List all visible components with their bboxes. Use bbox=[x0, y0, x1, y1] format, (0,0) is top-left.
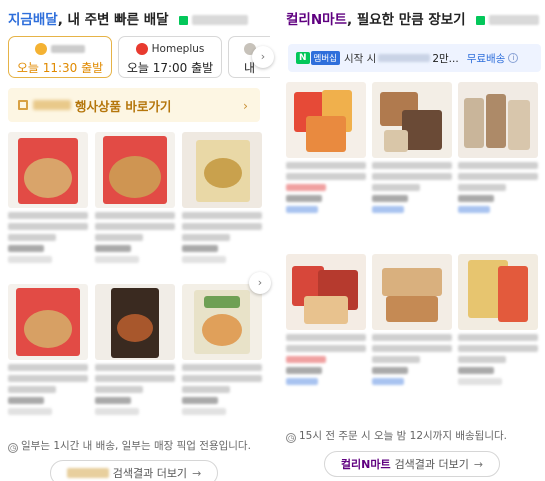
product-image bbox=[8, 132, 88, 208]
product-image bbox=[286, 254, 366, 330]
chevron-right-icon[interactable]: › bbox=[252, 46, 274, 68]
product-image bbox=[95, 284, 175, 360]
store-logo-icon bbox=[35, 42, 47, 55]
product-image bbox=[182, 284, 262, 360]
product-card[interactable] bbox=[458, 254, 538, 385]
product-card[interactable] bbox=[95, 284, 175, 415]
product-card[interactable] bbox=[182, 284, 262, 415]
membership-text-end: 2만... bbox=[432, 52, 459, 65]
product-card[interactable] bbox=[372, 254, 452, 385]
chevron-right-icon[interactable]: › bbox=[249, 272, 271, 294]
store-tab-1[interactable]: 오늘 11:30 출발 bbox=[8, 36, 112, 78]
arrow-right-icon: → bbox=[192, 466, 202, 480]
title-accent[interactable]: 컬리N마트 bbox=[286, 12, 347, 28]
product-card[interactable] bbox=[182, 132, 262, 263]
delivery-notice: ◷ 15시 전 주문 시 오늘 밤 12시까지 배송됩니다. bbox=[286, 428, 507, 443]
product-card[interactable] bbox=[8, 132, 88, 263]
product-card[interactable] bbox=[286, 82, 366, 213]
store-tab-homeplus[interactable]: Homeplus 오늘 17:00 출발 bbox=[118, 36, 222, 78]
store-selector: 오늘 11:30 출발 Homeplus 오늘 17:00 출발 내 › bbox=[8, 36, 274, 78]
more-label: 검색결과 더보기 bbox=[394, 458, 469, 471]
delivery-notice: ◷ 일부는 1시간 내 배송, 일부는 매장 픽업 전용입니다. bbox=[8, 438, 251, 453]
product-card[interactable] bbox=[286, 254, 366, 385]
store-name-blurred bbox=[51, 44, 85, 53]
clock-icon: ◷ bbox=[286, 433, 296, 443]
title-rest: , 내 주변 빠른 배달 bbox=[57, 12, 169, 28]
store-time: 오늘 17:00 출발 bbox=[126, 61, 214, 75]
membership-badge: 멤버십 bbox=[310, 51, 341, 65]
promo-link[interactable]: 행사상품 바로가기 › bbox=[8, 88, 260, 122]
info-icon[interactable]: i bbox=[508, 53, 519, 63]
kurly-panel: 컬리N마트, 필요한 만큼 장보기 N 멤버십 시작 시 2만... 무료배송 i bbox=[276, 0, 545, 481]
title-accent[interactable]: 지금배달 bbox=[8, 12, 58, 28]
naver-plus-icon bbox=[179, 12, 249, 28]
product-image bbox=[372, 254, 452, 330]
product-image bbox=[458, 254, 538, 330]
free-shipping-label: 무료배송 bbox=[466, 52, 506, 65]
panel-title: 컬리N마트, 필요한 만큼 장보기 bbox=[286, 8, 540, 28]
promo-brand-blurred bbox=[33, 100, 71, 110]
notice-text: 15시 전 주문 시 오늘 밤 12시까지 배송됩니다. bbox=[299, 430, 507, 442]
more-label: 검색결과 더보기 bbox=[112, 467, 188, 480]
more-results-button[interactable]: 검색결과 더보기 → bbox=[50, 460, 218, 481]
brand-blurred bbox=[66, 468, 109, 478]
product-image bbox=[95, 132, 175, 208]
product-image bbox=[286, 82, 366, 158]
delivery-panel: 지금배달, 내 주변 빠른 배달 오늘 11:30 출발 Homeplus 오늘… bbox=[0, 0, 274, 481]
membership-text-start: 시작 시 bbox=[344, 52, 377, 65]
product-image bbox=[372, 82, 452, 158]
arrow-right-icon: → bbox=[473, 457, 484, 471]
more-results-button[interactable]: 컬리N마트 검색결과 더보기 → bbox=[324, 451, 500, 477]
product-card[interactable] bbox=[95, 132, 175, 263]
naver-badge: N bbox=[296, 52, 310, 64]
product-card[interactable] bbox=[458, 82, 538, 213]
membership-banner[interactable]: N 멤버십 시작 시 2만... 무료배송 i bbox=[288, 44, 541, 72]
promo-label: 행사상품 바로가기 bbox=[75, 98, 172, 114]
title-rest: , 필요한 만큼 장보기 bbox=[346, 12, 466, 28]
product-card[interactable] bbox=[372, 82, 452, 213]
store-time: 오늘 11:30 출발 bbox=[16, 61, 104, 75]
tag-icon bbox=[18, 100, 28, 110]
clock-icon: ◷ bbox=[8, 443, 18, 453]
more-brand: 컬리N마트 bbox=[340, 458, 391, 471]
product-image bbox=[8, 284, 88, 360]
chevron-right-icon: › bbox=[243, 97, 248, 113]
panel-title: 지금배달, 내 주변 빠른 배달 bbox=[8, 8, 249, 28]
membership-blurred bbox=[378, 54, 431, 62]
product-image bbox=[458, 82, 538, 158]
notice-text: 일부는 1시간 내 배송, 일부는 매장 픽업 전용입니다. bbox=[21, 440, 251, 452]
product-image bbox=[182, 132, 262, 208]
naver-plus-icon bbox=[476, 12, 540, 28]
homeplus-logo-icon bbox=[135, 42, 148, 55]
store-name: Homeplus bbox=[151, 42, 205, 55]
product-card[interactable] bbox=[8, 284, 88, 415]
